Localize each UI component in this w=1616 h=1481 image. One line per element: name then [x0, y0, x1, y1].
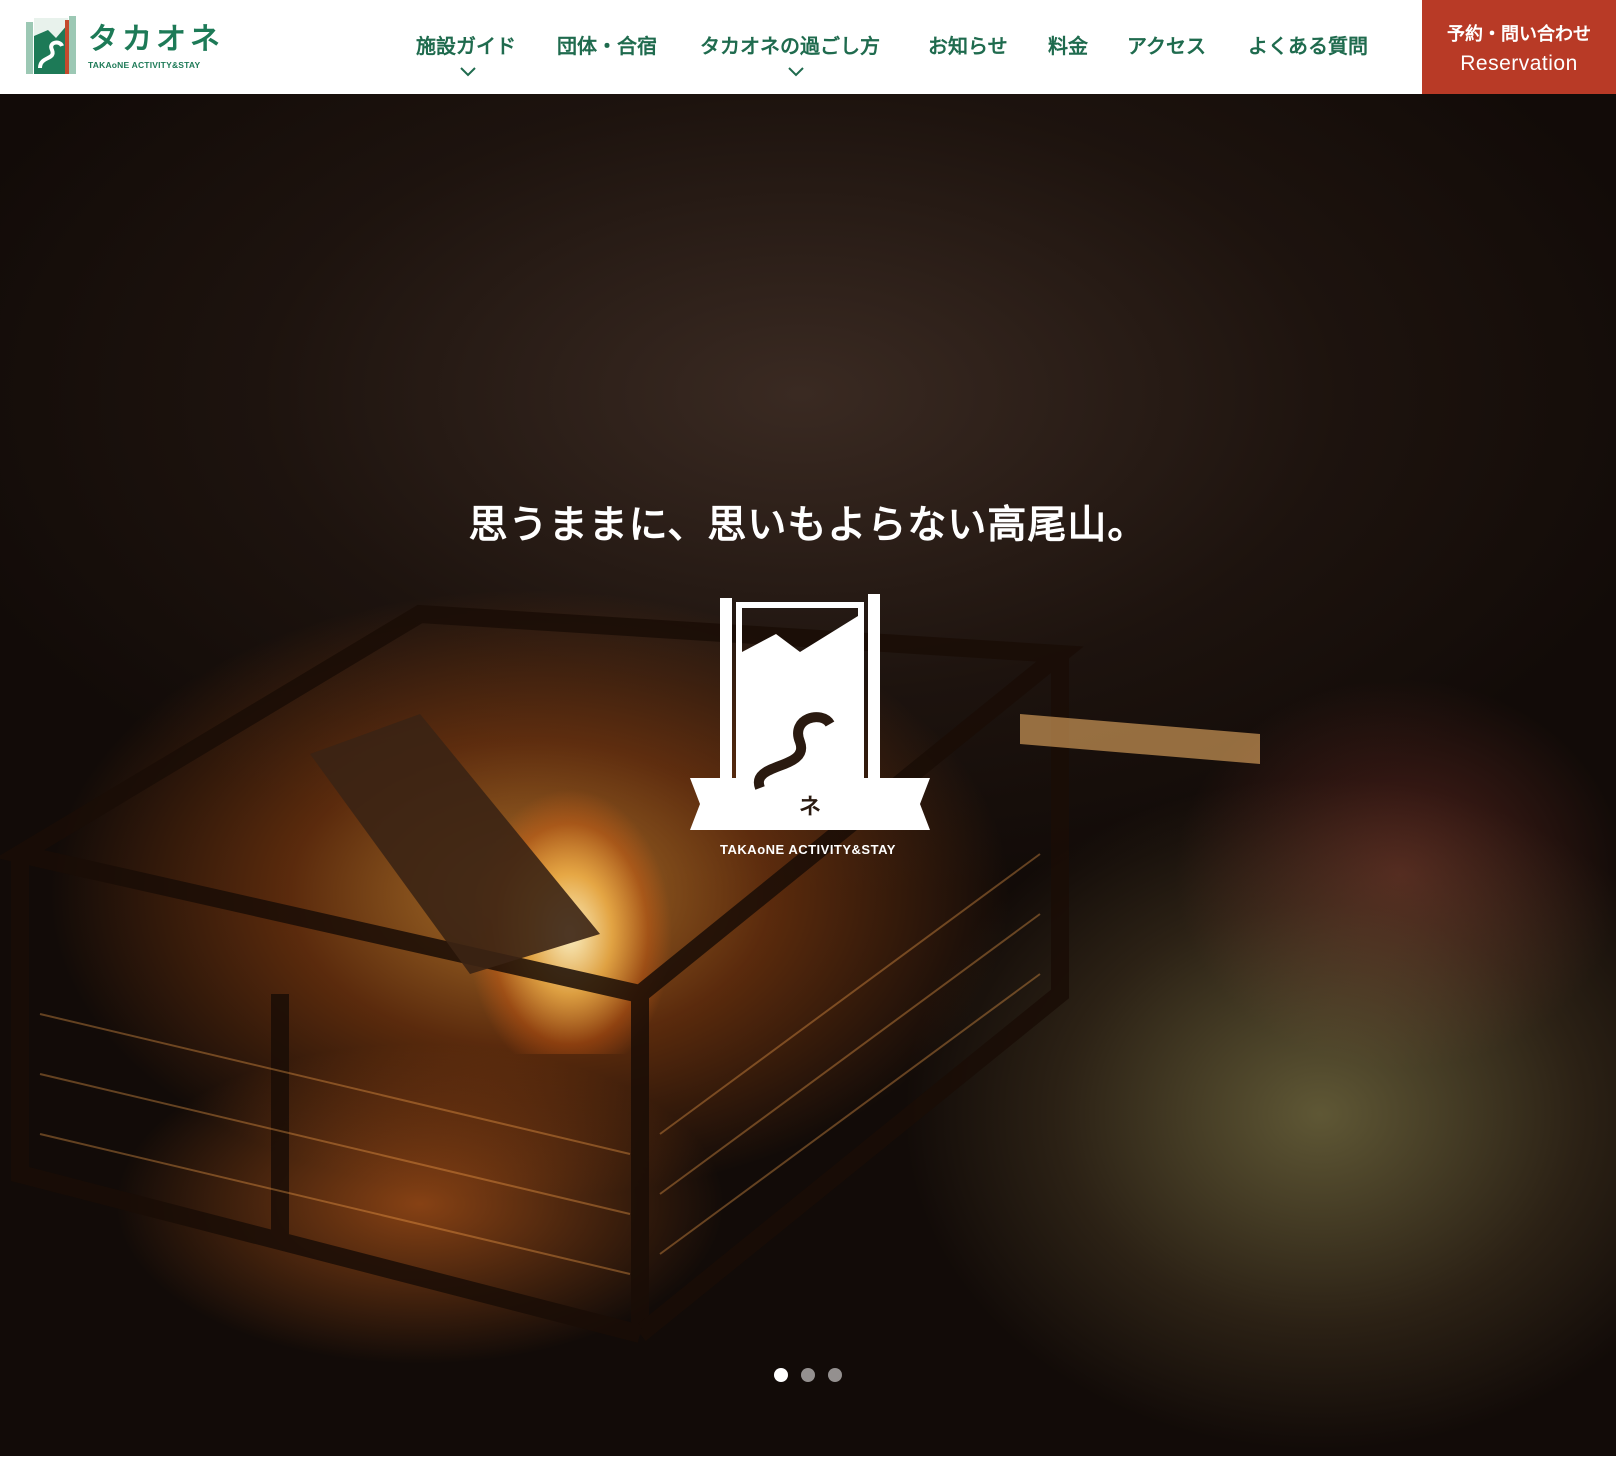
reservation-label-en: Reservation: [1460, 52, 1578, 75]
slide-dot-3[interactable]: [828, 1368, 842, 1382]
site-header: タカオネ TAKAoNE ACTIVITY&STAY 施設ガイド 団体・合宿 タ…: [0, 0, 1616, 94]
nav-item-label: お知らせ: [928, 34, 1008, 58]
takaone-emblem-icon: ネ: [690, 594, 930, 830]
slide-dot-1[interactable]: [774, 1368, 788, 1382]
nav-item-label: アクセス: [1127, 34, 1206, 58]
nav-item-how-to-spend[interactable]: タカオネの過ごし方: [700, 30, 892, 77]
reservation-button[interactable]: 予約・問い合わせ Reservation: [1422, 0, 1616, 94]
nav-item-facility-guide[interactable]: 施設ガイド: [416, 30, 520, 77]
nav-item-label: 団体・合宿: [557, 34, 657, 58]
nav-item-faq[interactable]: よくある質問: [1248, 30, 1378, 70]
nav-item-groups[interactable]: 団体・合宿: [557, 30, 665, 70]
hero-slideshow: 思うままに、思いもよらない高尾山。 ネ TAKAoNE ACTIVITY&STA…: [0, 94, 1616, 1456]
slide-dot-2[interactable]: [801, 1368, 815, 1382]
emblem-tagline: TAKAoNE ACTIVITY&STAY: [720, 842, 896, 857]
page-bottom-strip: [0, 1456, 1616, 1481]
nav-item-access[interactable]: アクセス: [1127, 30, 1213, 70]
nav-item-label: タカオネの過ごし方: [700, 34, 880, 58]
nav-item-pricing[interactable]: 料金: [1048, 30, 1092, 70]
hero-headline: 思うままに、思いもよらない高尾山。: [468, 503, 1148, 548]
nav-item-label: 施設ガイド: [416, 34, 516, 58]
nav-item-news[interactable]: お知らせ: [928, 30, 1014, 70]
chevron-down-icon: [416, 66, 520, 78]
nav-item-label: 料金: [1048, 34, 1088, 58]
main-nav: 施設ガイド 団体・合宿 タカオネの過ごし方 お知らせ 料金 アクセス よくある質…: [0, 0, 1422, 94]
chevron-down-icon: [700, 66, 892, 78]
nav-item-label: よくある質問: [1248, 34, 1368, 58]
slide-indicators: [0, 1368, 1616, 1382]
reservation-label-ja: 予約・問い合わせ: [1447, 24, 1591, 45]
svg-text:ネ: ネ: [799, 795, 821, 820]
